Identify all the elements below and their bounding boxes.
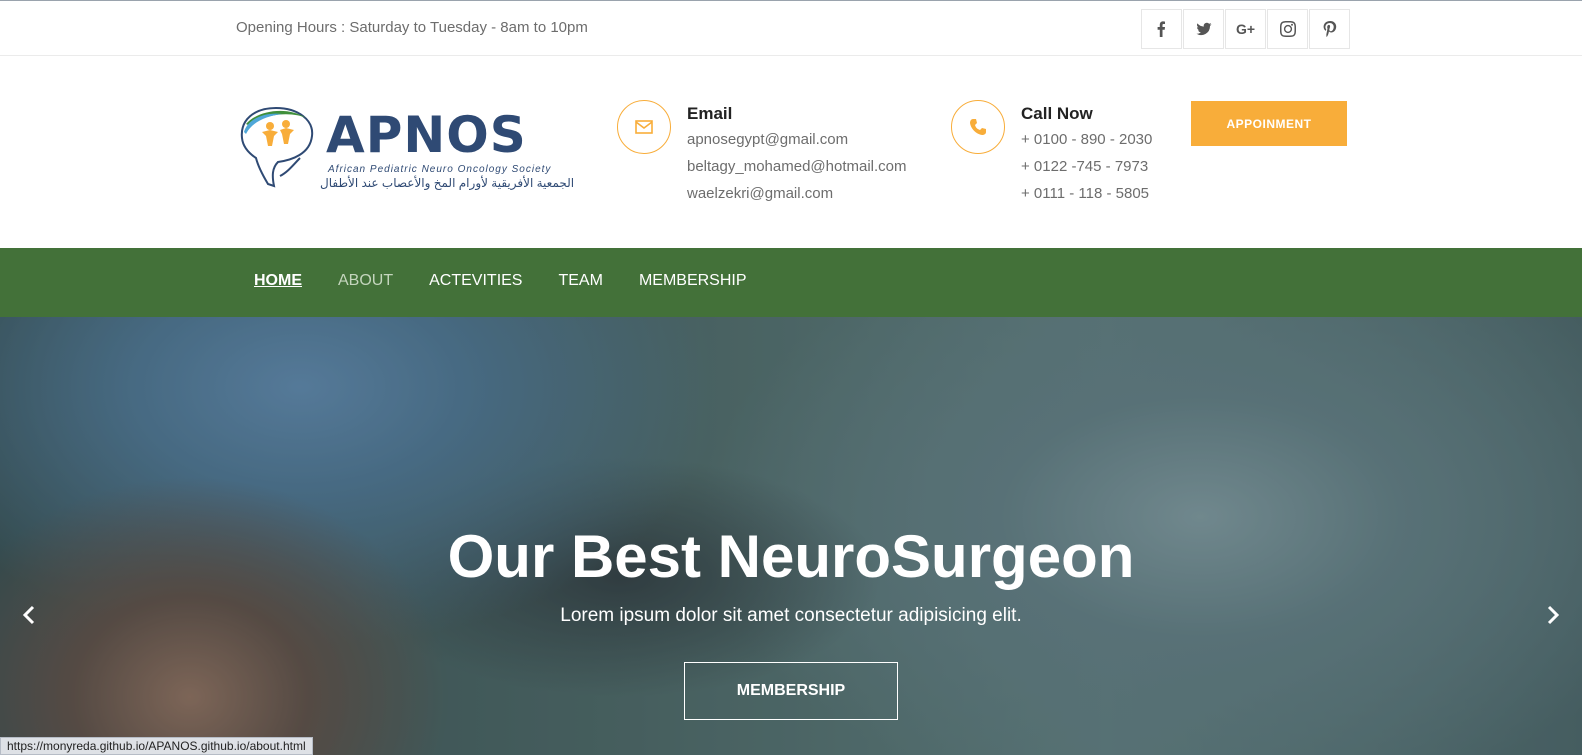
chevron-right-icon[interactable] [1540,603,1564,627]
chevron-left-icon[interactable] [18,603,42,627]
page: Opening Hours : Saturday to Tuesday - 8a… [0,0,1582,755]
hero-membership-button[interactable]: MEMBERSHIP [684,662,898,720]
opening-hours: Opening Hours : Saturday to Tuesday - 8a… [236,19,588,36]
nav-item-membership[interactable]: MEMBERSHIP [639,272,747,290]
nav-item-about[interactable]: ABOUT [338,272,393,290]
logo-subtitle: African Pediatric Neuro Oncology Society [328,164,552,175]
pinterest-icon[interactable] [1309,9,1350,49]
appointment-button[interactable]: APPOINMENT [1191,101,1347,146]
email-title: Email [687,104,733,123]
social-links: G+ [1141,9,1351,49]
call-title: Call Now [1021,104,1093,123]
main-nav: HOME ABOUT ACTEVITIES TEAM MEMBERSHIP [0,248,1582,317]
nav-item-activities[interactable]: ACTEVITIES [429,272,522,290]
twitter-icon[interactable] [1183,9,1224,49]
email-address[interactable]: waelzekri@gmail.com [687,185,833,202]
hero-title: Our Best NeuroSurgeon [447,523,1135,590]
brain-logo-icon [240,106,314,188]
instagram-icon[interactable] [1267,9,1308,49]
envelope-icon [617,100,671,154]
apnos-logo[interactable]: APNOS African Pediatric Neuro Oncology S… [236,102,576,194]
nav-item-team[interactable]: TEAM [558,272,602,290]
email-address[interactable]: apnosegypt@gmail.com [687,131,848,148]
logo-arabic-name: الجمعية الأفريقية لأورام المخ والأعصاب ع… [320,176,575,190]
phone-icon [951,100,1005,154]
logo-name: APNOS [326,106,527,164]
hero-subtitle: Lorem ipsum dolor sit amet consectetur a… [560,605,1022,626]
phone-number[interactable]: + 0111 - 118 - 5805 [1021,185,1149,202]
facebook-icon[interactable] [1141,9,1182,49]
phone-number[interactable]: + 0100 - 890 - 2030 [1021,131,1152,148]
nav-item-home[interactable]: HOME [254,272,302,290]
browser-status-url: https://monyreda.github.io/APANOS.github… [0,737,313,755]
top-bar: Opening Hours : Saturday to Tuesday - 8a… [0,0,1582,56]
phone-number[interactable]: + 0122 -745 - 7973 [1021,158,1148,175]
google-plus-icon[interactable]: G+ [1225,9,1266,49]
hero-slider: Our Best NeuroSurgeon Lorem ipsum dolor … [0,317,1582,755]
site-header: APNOS African Pediatric Neuro Oncology S… [0,56,1582,248]
email-address[interactable]: beltagy_mohamed@hotmail.com [687,158,907,175]
